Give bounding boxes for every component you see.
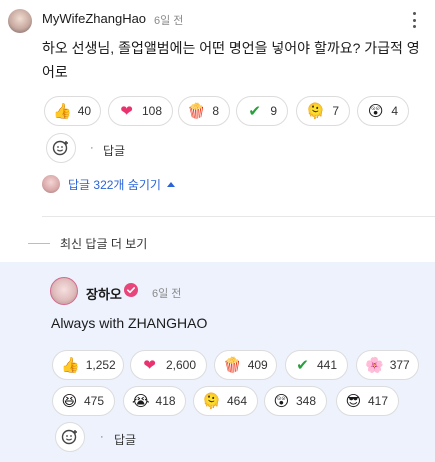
more-options-icon[interactable] — [410, 10, 418, 30]
thumbs-up-icon: 👍 — [61, 356, 80, 374]
reaction-count: 409 — [247, 358, 268, 372]
add-reaction-button[interactable] — [46, 133, 76, 163]
reaction-heart[interactable]: ❤ 108 — [108, 96, 173, 126]
reaction-count: 441 — [316, 358, 337, 372]
reaction-count: 1,252 — [85, 358, 116, 372]
checkmark-icon: ✔ — [296, 356, 309, 374]
comment-text: 하오 선생님, 졸업앨범에는 어떤 명언을 넣어야 할까요? 가급적 영어로 — [42, 40, 420, 80]
avatar[interactable] — [50, 277, 78, 305]
reaction-count: 7 — [332, 104, 339, 118]
heart-icon: ❤ — [143, 356, 156, 374]
comment: MyWifeZhangHao 6일 전 하오 선생님, 졸업앨범에는 어떤 명언… — [0, 0, 435, 230]
add-reaction-icon — [52, 140, 68, 156]
divider — [42, 216, 435, 217]
reaction-count: 377 — [389, 358, 410, 372]
reaction-count: 2,600 — [165, 358, 196, 372]
add-reaction-icon — [61, 429, 77, 445]
reaction-count: 417 — [367, 394, 388, 408]
load-more-replies-button[interactable]: 최신 답글 더 보기 — [28, 235, 147, 252]
laughing-face-icon: 😆 — [61, 392, 78, 410]
reaction-count: 348 — [295, 394, 316, 408]
reply-time: 6일 전 — [152, 288, 182, 300]
verified-badge-icon — [124, 283, 138, 297]
comment-time: 6일 전 — [154, 15, 184, 27]
hide-replies-label: 답글 322개 숨기기 — [68, 177, 161, 192]
checkmark-icon: ✔ — [248, 102, 261, 120]
load-more-replies-label: 최신 답글 더 보기 — [60, 237, 148, 251]
reaction-popcorn[interactable]: 🍿 8 — [178, 96, 230, 126]
hide-replies-button[interactable]: 답글 322개 숨기기 — [42, 174, 175, 194]
separator-dot: · — [90, 142, 94, 154]
thumbs-up-icon: 👍 — [53, 102, 72, 120]
reply-author[interactable]: 장하오 — [86, 284, 122, 303]
avatar[interactable] — [8, 9, 32, 33]
reaction-count: 9 — [270, 104, 277, 118]
melting-face-icon: 🫠 — [202, 392, 221, 410]
chevron-up-icon — [166, 181, 175, 187]
reaction-thumbs-up[interactable]: 👍 40 — [44, 96, 101, 126]
popcorn-icon: 🍿 — [187, 102, 206, 120]
reply-text: Always with ZHANGHAO — [51, 315, 208, 331]
reaction-laughing-face[interactable]: 😆 475 — [52, 386, 115, 416]
reaction-count: 8 — [212, 104, 219, 118]
reaction-surprised-face[interactable]: 😲 348 — [264, 386, 327, 416]
reaction-thumbs-up[interactable]: 👍 1,252 — [52, 350, 124, 380]
dash-icon — [28, 243, 50, 244]
reaction-melting-face[interactable]: 🫠 464 — [193, 386, 258, 416]
separator-dot: · — [100, 431, 104, 443]
reaction-sunglasses-face[interactable]: 😎 417 — [336, 386, 399, 416]
reaction-flower[interactable]: 🌸 377 — [356, 350, 419, 380]
surprised-face-icon: 😲 — [273, 392, 290, 410]
reaction-heart[interactable]: ❤ 2,600 — [130, 350, 207, 380]
reaction-checkmark[interactable]: ✔ 9 — [236, 96, 288, 126]
comment-author[interactable]: MyWifeZhangHao — [42, 11, 146, 26]
reaction-popcorn[interactable]: 🍿 409 — [214, 350, 277, 380]
surprised-face-icon: 😲 — [367, 102, 384, 120]
sunglasses-face-icon: 😎 — [345, 392, 362, 410]
melting-face-icon: 🫠 — [306, 102, 325, 120]
reply-button[interactable]: 답글 — [114, 431, 136, 448]
reaction-count: 418 — [155, 394, 176, 408]
reaction-melting-face[interactable]: 🫠 7 — [296, 96, 350, 126]
reaction-count: 40 — [77, 104, 92, 118]
reaction-count: 4 — [391, 104, 398, 118]
reaction-count: 108 — [141, 104, 162, 118]
flower-icon: 🌸 — [365, 356, 384, 374]
reaction-checkmark[interactable]: ✔ 441 — [285, 350, 348, 380]
reply-button[interactable]: 답글 — [103, 142, 125, 159]
heart-icon: ❤ — [120, 102, 133, 120]
crying-face-icon: 😭 — [132, 392, 150, 410]
reaction-count: 464 — [226, 394, 247, 408]
reaction-crying-face[interactable]: 😭 418 — [123, 386, 186, 416]
popcorn-icon: 🍿 — [223, 356, 242, 374]
avatar — [42, 175, 60, 193]
reaction-surprised-face[interactable]: 😲 4 — [357, 96, 409, 126]
reaction-count: 475 — [83, 394, 104, 408]
add-reaction-button[interactable] — [55, 422, 85, 452]
